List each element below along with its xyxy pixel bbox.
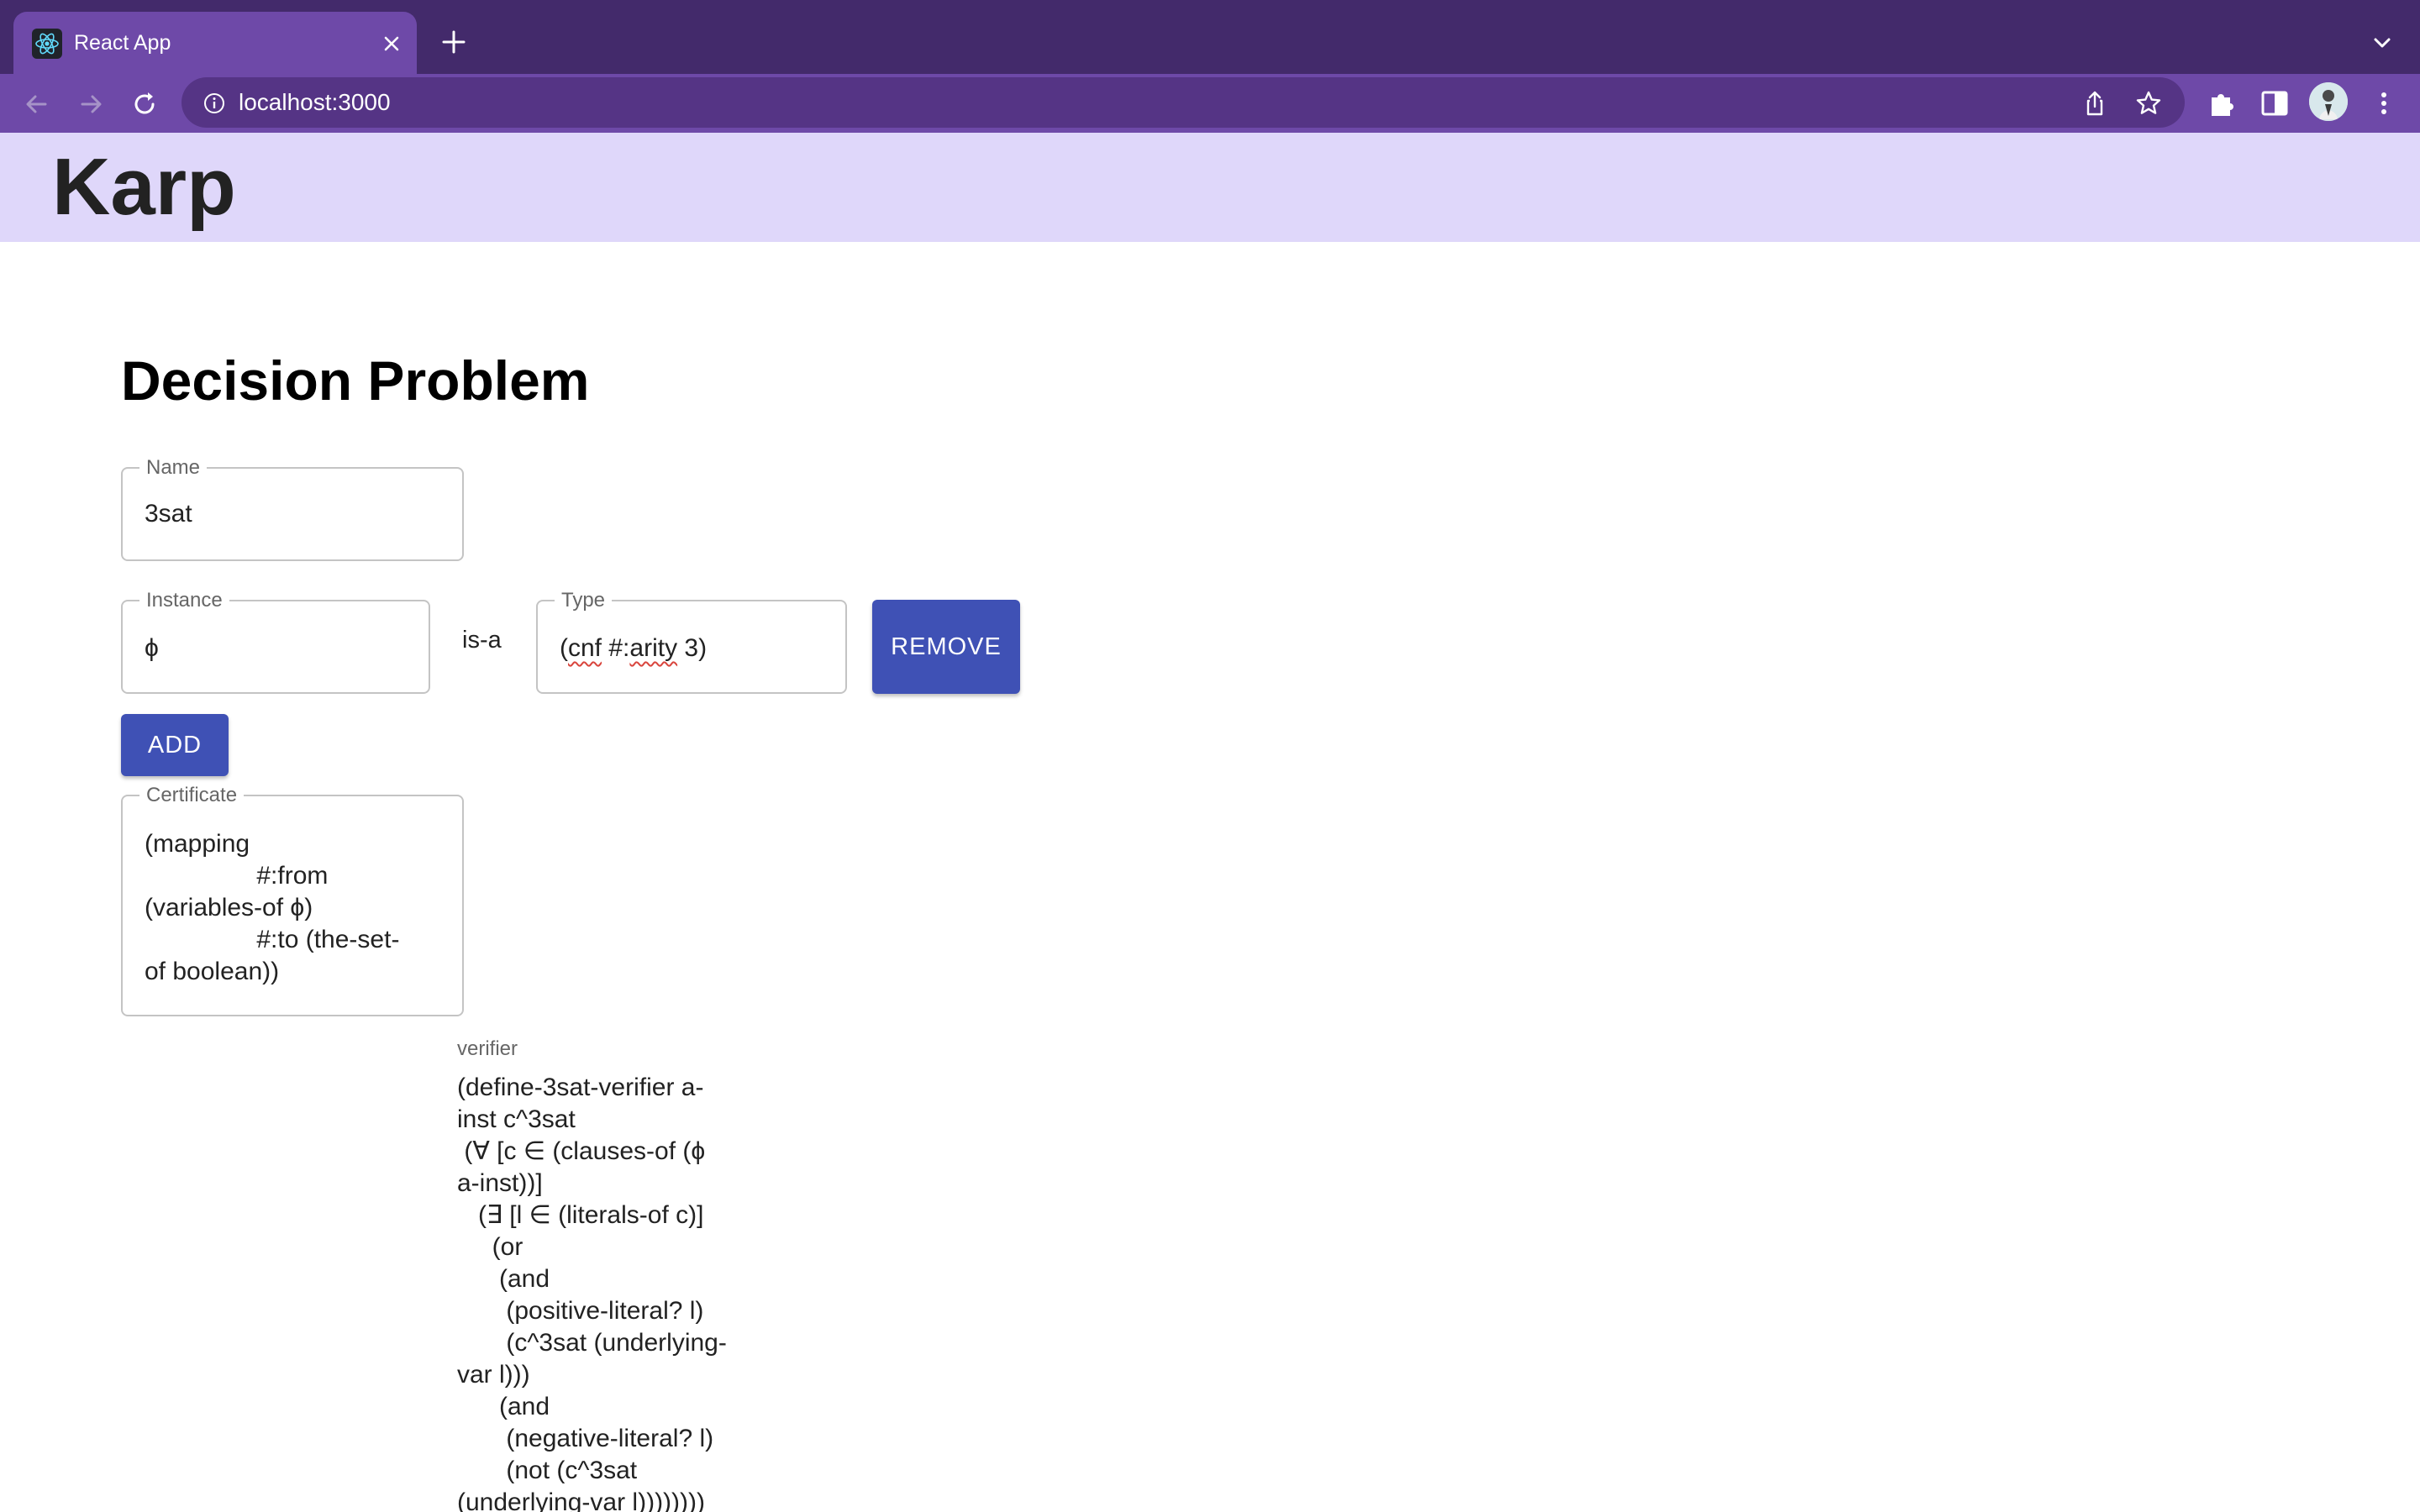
app-header: Karp [0, 133, 2420, 242]
type-value-open: ( [560, 634, 568, 662]
instance-field-value: ϕ [145, 634, 159, 662]
url-text: localhost:3000 [239, 89, 391, 115]
is-a-label: is-a [462, 627, 502, 654]
browser-toolbar: localhost:3000 [0, 74, 2420, 133]
forward-arrow-icon[interactable] [74, 87, 108, 121]
bookmark-star-icon[interactable] [2134, 89, 2163, 118]
address-bar[interactable]: localhost:3000 [182, 77, 2185, 128]
app-title: Karp [52, 142, 236, 232]
verifier-code[interactable]: (define-3sat-verifier a- inst c^3sat (∀ … [457, 1072, 768, 1512]
profile-avatar[interactable] [2309, 82, 2348, 121]
instance-field[interactable]: Instance ϕ [121, 588, 430, 694]
browser-tab-strip: React App [0, 0, 2420, 74]
side-panel-icon[interactable] [2259, 87, 2291, 119]
site-info-icon[interactable] [203, 92, 225, 114]
name-field[interactable]: Name 3sat [121, 455, 464, 561]
certificate-field[interactable]: Certificate (mapping #:from (variables-o… [121, 783, 464, 1016]
reload-icon[interactable] [128, 87, 161, 121]
type-value-close: 3) [677, 634, 708, 662]
back-arrow-icon[interactable] [20, 87, 54, 121]
share-icon[interactable] [2081, 89, 2109, 118]
type-value-word-arity: arity [629, 634, 678, 662]
page-title: Decision Problem [121, 349, 590, 412]
type-value-word-cnf: cnf [568, 634, 602, 662]
react-logo-icon [32, 29, 62, 59]
type-field-value: (cnf #:arity 3) [560, 632, 707, 665]
tab-title: React App [74, 31, 171, 55]
remove-button[interactable]: REMOVE [872, 600, 1020, 694]
type-value-mid: #: [602, 634, 630, 662]
certificate-field-value: (mapping #:from (variables-of ϕ) #:to (t… [145, 830, 400, 985]
type-field[interactable]: Type (cnf #:arity 3) [536, 588, 847, 694]
certificate-field-label: Certificate [139, 783, 245, 808]
verifier-label: verifier [457, 1037, 518, 1060]
browser-menu-kebab-icon[interactable] [2368, 87, 2400, 119]
screen: React App localhost:3000 Karp Decision P… [0, 0, 2420, 1512]
name-field-label: Name [139, 455, 208, 480]
profile-picture-icon [2309, 82, 2348, 121]
extensions-puzzle-icon[interactable] [2205, 87, 2237, 119]
close-tab-icon[interactable] [376, 29, 407, 59]
add-button[interactable]: ADD [121, 714, 229, 776]
instance-field-label: Instance [139, 588, 229, 613]
new-tab-icon[interactable] [437, 25, 471, 59]
browser-tab[interactable]: React App [13, 12, 417, 74]
chevron-down-icon[interactable] [2368, 29, 2396, 57]
name-field-value: 3sat [145, 500, 192, 528]
type-field-label: Type [555, 588, 613, 613]
